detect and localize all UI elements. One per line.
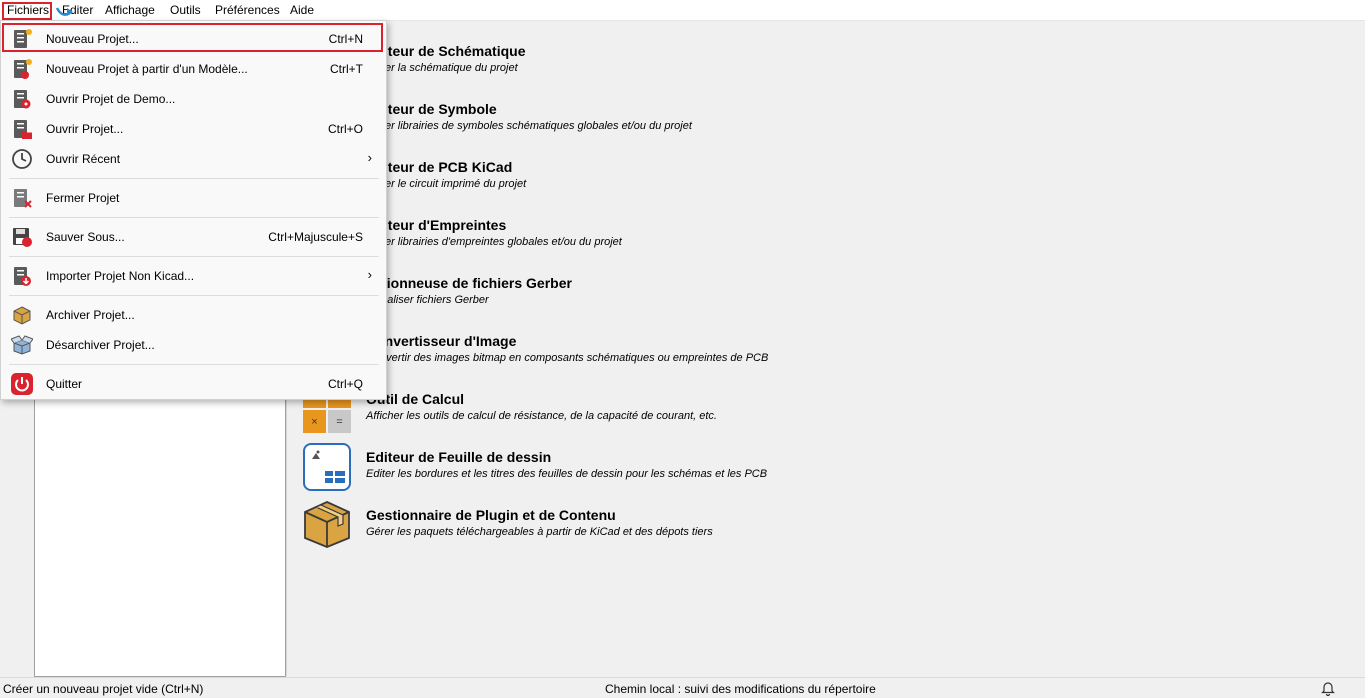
tool-image-converter[interactable]: Convertisseur d'Image Convertir des imag… [366, 333, 768, 364]
close-project-icon [14, 189, 32, 208]
menu-item-label: Ouvrir Récent [46, 152, 121, 166]
unarchive-icon [11, 335, 33, 355]
tool-desc: Gérer les paquets téléchargeables à part… [366, 526, 713, 538]
svg-text:=: = [336, 416, 342, 428]
tool-title: Visionneuse de fichiers Gerber [366, 275, 572, 291]
menu-item-label: Fermer Projet [46, 191, 120, 205]
tool-title: Editeur de Schématique [366, 43, 526, 59]
menu-item-new-from-template[interactable]: Nouveau Projet à partir d'un Modèle... C… [1, 54, 386, 84]
tool-desc: Convertir des images bitmap en composant… [366, 352, 769, 364]
tool-title: Editeur de Feuille de dessin [366, 449, 552, 465]
menu-item-shortcut: Ctrl+Q [327, 377, 363, 391]
tool-footprint-editor[interactable]: Editeur d'Empreintes Editer librairies d… [366, 217, 622, 248]
tool-plugin-manager[interactable]: Gestionnaire de Plugin et de Contenu Gér… [366, 507, 713, 538]
status-left-text: Créer un nouveau projet vide (Ctrl+N) [3, 682, 204, 696]
tool-desc: Editer le circuit imprimé du projet [366, 178, 527, 190]
tool-calculator[interactable]: Outil de Calcul Afficher les outils de c… [366, 391, 717, 422]
menu-separator [9, 256, 379, 257]
menu-separator [9, 178, 379, 179]
plugin-box-icon[interactable] [303, 500, 351, 548]
menu-separator [9, 295, 379, 296]
menu-item-shortcut: Ctrl+T [330, 62, 363, 76]
import-icon [14, 267, 31, 286]
menu-item-open-recent[interactable]: Ouvrir Récent › [1, 144, 386, 174]
menu-item-label: Nouveau Projet à partir d'un Modèle... [46, 62, 248, 76]
menu-item-label: Importer Projet Non Kicad... [46, 269, 195, 283]
menubar: Fichiers Editer Affichage Outils Préfére… [0, 0, 1365, 21]
tool-gerber-viewer[interactable]: Visionneuse de fichiers Gerber Visualise… [366, 275, 572, 306]
tool-desc: Afficher les outils de calcul de résista… [366, 410, 717, 422]
menu-item-quit[interactable]: Quitter Ctrl+Q [1, 369, 386, 399]
tool-title: Convertisseur d'Image [366, 333, 517, 349]
menu-item-unarchive-project[interactable]: Désarchiver Projet... [1, 330, 386, 360]
menu-item-archive-project[interactable]: Archiver Projet... [1, 300, 386, 330]
new-project-highlight-box [2, 23, 383, 52]
menu-affichage[interactable]: Affichage [105, 3, 155, 17]
status-bar: Créer un nouveau projet vide (Ctrl+N) Ch… [0, 677, 1365, 698]
svg-text:×: × [311, 416, 317, 428]
menu-item-label: Ouvrir Projet... [46, 122, 124, 136]
menu-item-label: Ouvrir Projet de Demo... [46, 92, 176, 106]
menu-item-shortcut: Ctrl+Majuscule+S [268, 230, 363, 244]
submenu-arrow-icon: › [367, 267, 372, 282]
bell-icon[interactable] [1320, 680, 1336, 696]
tool-pcb-editor[interactable]: Editeur de PCB KiCad Editer le circuit i… [366, 159, 526, 190]
menu-item-open-demo[interactable]: Ouvrir Projet de Demo... [1, 84, 386, 114]
menu-item-import-project[interactable]: Importer Projet Non Kicad... › [1, 261, 386, 291]
tool-title: Outil de Calcul [366, 391, 465, 407]
menu-item-open-project[interactable]: Ouvrir Projet... Ctrl+O [1, 114, 386, 144]
menu-item-close-project[interactable]: Fermer Projet [1, 183, 386, 213]
tool-desc: Editer les bordures et les titres des fe… [366, 468, 768, 480]
menu-item-label: Désarchiver Projet... [46, 338, 155, 352]
menu-item-label: Sauver Sous... [46, 230, 125, 244]
menu-separator [9, 217, 379, 218]
power-icon [11, 373, 33, 395]
tool-desc: Editer librairies de symboles schématiqu… [366, 120, 692, 132]
tool-desc: Visualiser fichiers Gerber [366, 294, 489, 306]
clock-icon [12, 149, 32, 169]
menu-item-label: Quitter [46, 377, 83, 391]
save-as-icon [13, 228, 32, 247]
menu-outils[interactable]: Outils [170, 3, 201, 17]
menu-preferences[interactable]: Préférences [215, 3, 280, 17]
drawing-sheet-tool-icon[interactable] [303, 443, 351, 491]
menu-item-shortcut: Ctrl+O [327, 122, 363, 136]
new-from-template-icon [14, 59, 32, 79]
open-demo-icon [14, 90, 31, 109]
tool-title: Editeur de PCB KiCad [366, 159, 513, 175]
tool-title: Gestionnaire de Plugin et de Contenu [366, 507, 616, 523]
tool-schematic-editor[interactable]: Editeur de Schématique Editer la schémat… [366, 43, 525, 74]
menu-item-label: Archiver Projet... [46, 308, 135, 322]
open-project-icon [14, 120, 32, 139]
tool-desc: Editer la schématique du projet [366, 62, 518, 74]
tool-title: Editeur de Symbole [366, 101, 497, 117]
fichiers-highlight-box [2, 2, 52, 20]
tool-symbol-editor[interactable]: Editeur de Symbole Editer librairies de … [366, 101, 692, 132]
menu-separator [9, 364, 379, 365]
project-tree-panel[interactable] [34, 395, 286, 677]
status-center-text: Chemin local : suivi des modifications d… [605, 682, 876, 696]
file-menu-dropdown: Nouveau Projet... Ctrl+N Nouveau Projet … [0, 20, 387, 400]
tool-title: Editeur d'Empreintes [366, 217, 507, 233]
tool-drawing-sheet-editor[interactable]: Editeur de Feuille de dessin Editer les … [366, 449, 767, 480]
tool-desc: Editer librairies d'empreintes globales … [366, 236, 622, 248]
menu-item-save-as[interactable]: Sauver Sous... Ctrl+Majuscule+S [1, 222, 386, 252]
archive-icon [13, 306, 31, 325]
menu-aide[interactable]: Aide [290, 3, 314, 17]
submenu-arrow-icon: › [367, 150, 372, 165]
